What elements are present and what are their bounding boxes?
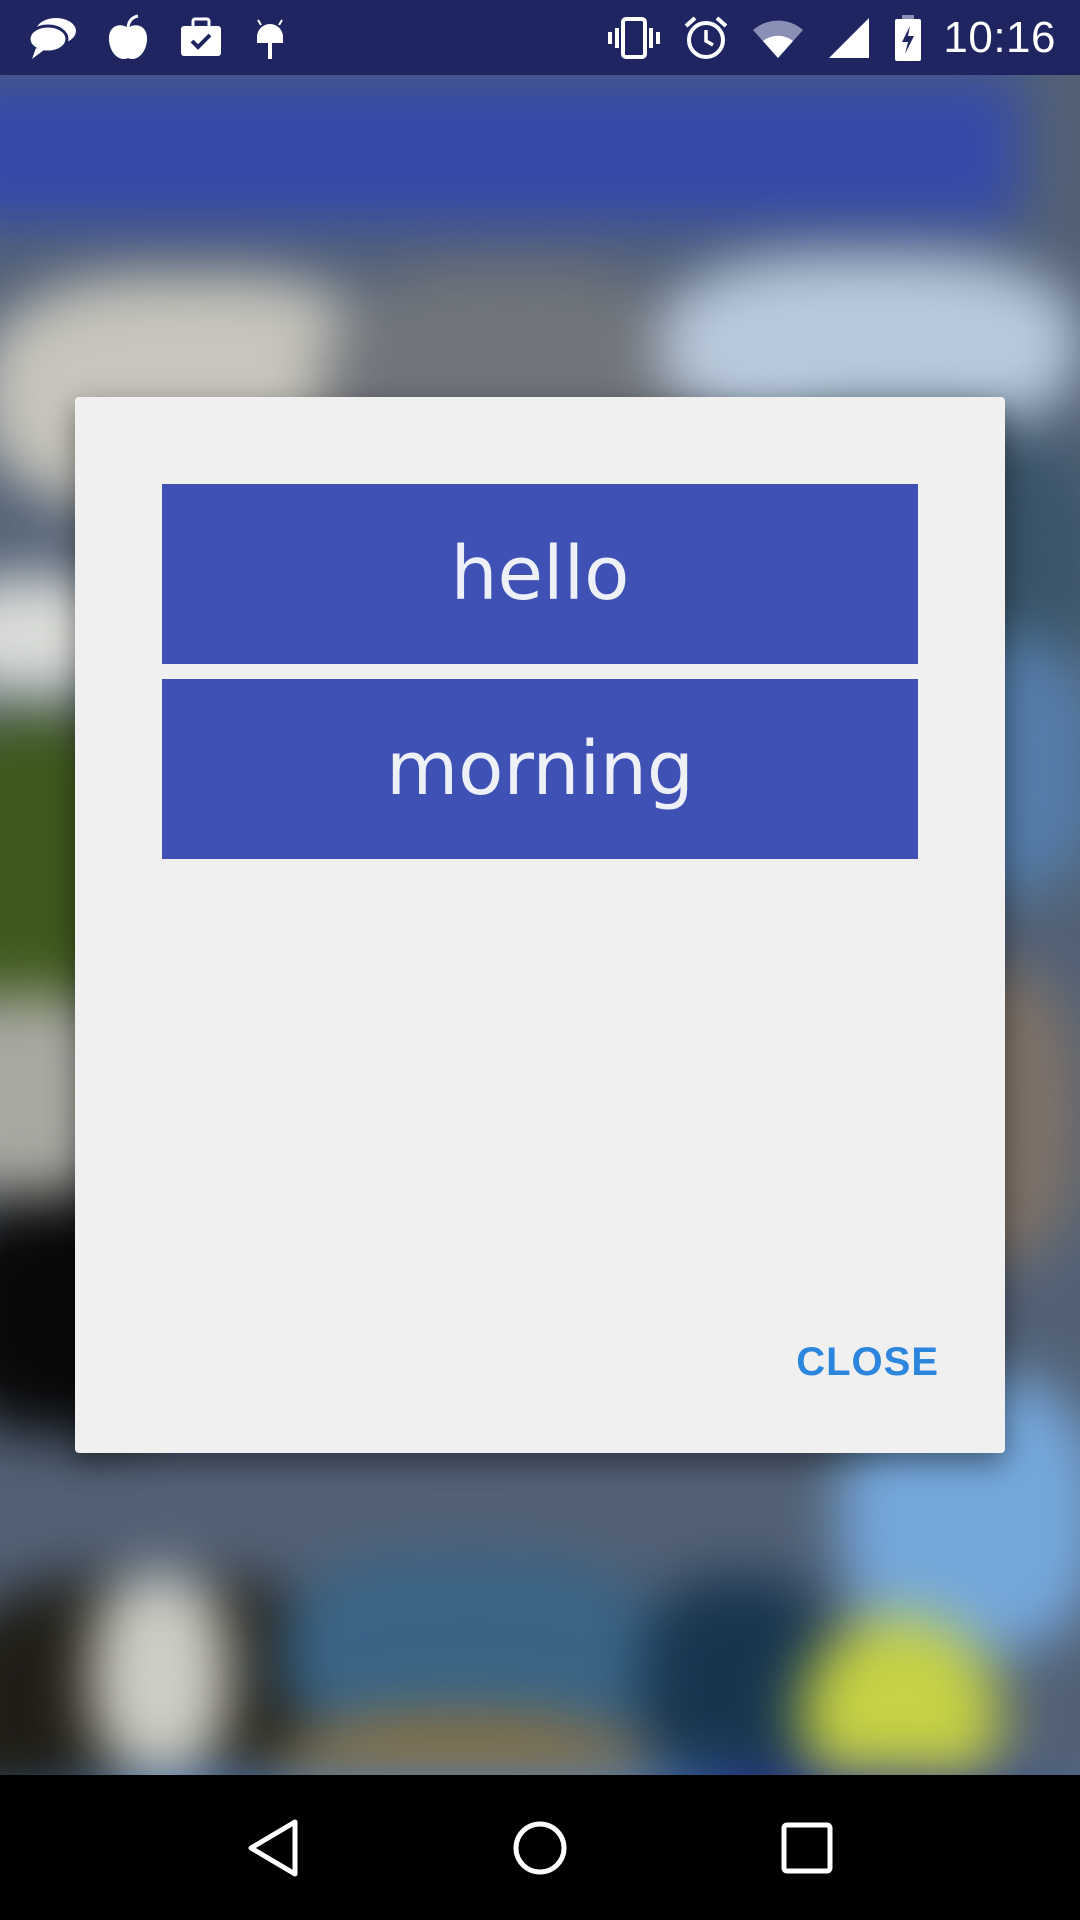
apple-icon	[106, 14, 150, 62]
home-icon[interactable]	[480, 1788, 600, 1908]
signal-icon	[827, 16, 871, 60]
hello-button[interactable]: hello	[162, 484, 918, 664]
wifi-icon	[751, 16, 805, 60]
morning-button[interactable]: morning	[162, 679, 918, 859]
alarm-icon	[683, 15, 729, 61]
vibrate-icon	[607, 16, 661, 60]
close-button[interactable]: CLOSE	[796, 1340, 939, 1385]
word-dialog: hello morning CLOSE	[75, 397, 1005, 1453]
android-icon	[252, 15, 288, 61]
notification-icons	[28, 14, 316, 62]
battery-charging-icon	[893, 14, 923, 62]
briefcase-check-icon	[178, 16, 224, 60]
chat-bubbles-icon	[28, 15, 78, 61]
status-bar: 10:16	[0, 0, 1080, 75]
back-icon[interactable]	[213, 1788, 333, 1908]
system-status-icons: 10:16	[585, 13, 1056, 63]
recents-icon[interactable]	[747, 1788, 867, 1908]
clock-time: 10:16	[943, 12, 1056, 62]
navigation-bar	[0, 1775, 1080, 1920]
